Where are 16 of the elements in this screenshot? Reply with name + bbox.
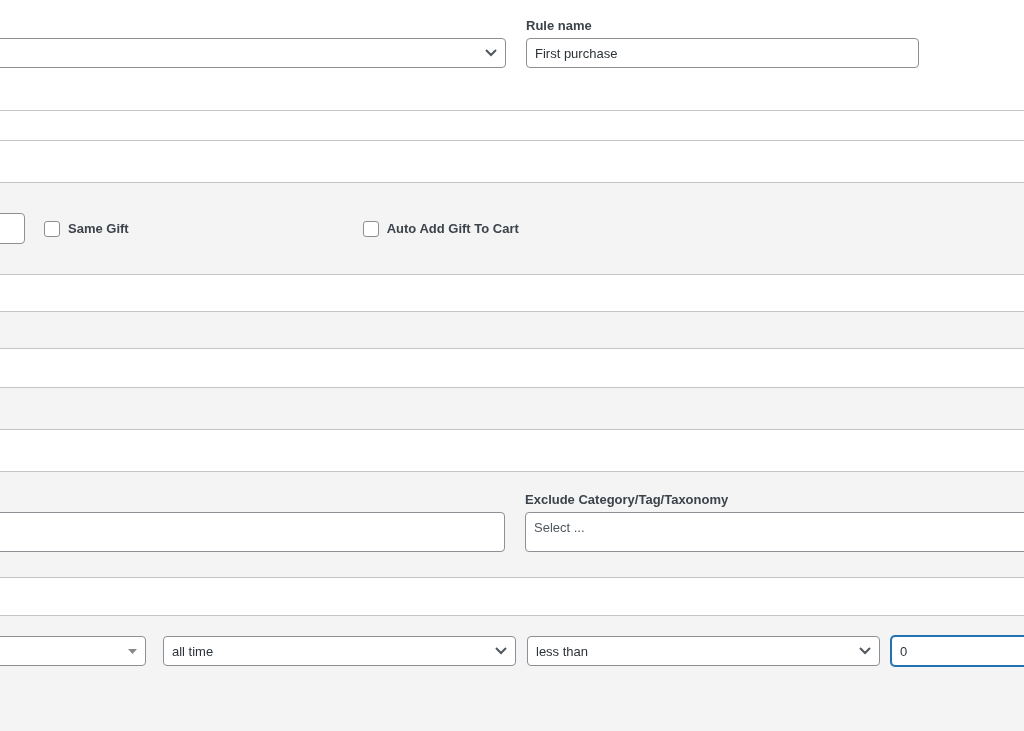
select-field[interactable]: Select ... [525, 512, 1024, 552]
select-field[interactable]: less than [527, 636, 880, 666]
input-field[interactable]: First purchase [526, 38, 919, 68]
chevron-down-icon [485, 49, 497, 57]
field-label: Exclude Category/Tag/Taxonomy [525, 492, 730, 507]
checkbox-option[interactable]: Same Gift [44, 220, 129, 237]
input-field[interactable]: 0 [891, 636, 1024, 666]
chevron-down-icon [495, 647, 507, 655]
chevron-down-icon [859, 647, 871, 655]
select-field[interactable] [0, 38, 506, 68]
checkbox-option[interactable]: Auto Add Gift To Cart [362, 220, 519, 237]
select-field[interactable]: all time [163, 636, 516, 666]
select-field[interactable] [0, 512, 505, 552]
select-field[interactable] [0, 636, 146, 666]
field-label: Rule name [526, 18, 593, 33]
caret-icon [128, 648, 137, 654]
